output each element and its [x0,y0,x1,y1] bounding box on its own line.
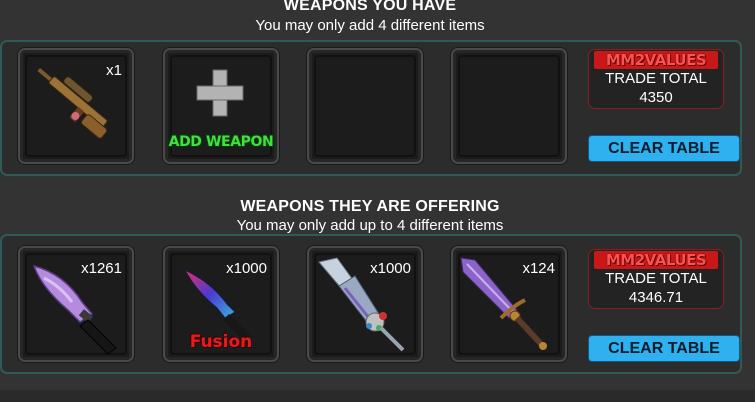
quantity-label: x124 [522,260,555,277]
your-weapon-slot-3[interactable] [307,48,423,164]
your-weapon-slot-1[interactable]: x1 [18,48,134,164]
trade-total-label: TRADE TOTAL [605,70,707,87]
add-weapon-label: ADD WEAPON [168,134,274,150]
quantity-label: x1000 [226,260,267,277]
their-trade-total: MM2VALUES TRADE TOTAL 4346.71 [588,249,724,309]
footer-strip [0,390,755,402]
mm2values-logo: MM2VALUES [594,51,718,69]
quantity-label: x1261 [81,260,122,277]
their-weapon-slot-3[interactable]: x1000 [307,246,423,362]
trade-total-label: TRADE TOTAL [605,270,707,287]
add-weapon-button[interactable]: ADD WEAPON [163,48,279,164]
quantity-label: x1 [106,62,122,79]
trade-total-value: 4350 [639,89,673,106]
quantity-label: x1000 [370,260,411,277]
their-weapon-slot-2[interactable]: x1000 Fusion [163,246,279,362]
their-weapon-slot-4[interactable]: x124 [451,246,567,362]
their-weapon-slot-1[interactable]: x1261 [18,246,134,362]
fusion-label: Fusion [189,332,253,352]
clear-table-button[interactable]: CLEAR TABLE [588,135,740,162]
trade-total-value: 4346.71 [628,289,684,306]
your-weapons-subheading: You may only add 4 different items [255,17,485,34]
your-trade-total: MM2VALUES TRADE TOTAL 4350 [588,49,724,109]
mm2values-logo: MM2VALUES [594,251,718,269]
clear-table-button[interactable]: CLEAR TABLE [588,335,740,362]
their-weapons-subheading: You may only add up to 4 different items [236,217,504,234]
their-weapons-heading: WEAPONS THEY ARE OFFERING [240,198,500,215]
your-weapon-slot-4[interactable] [451,48,567,164]
your-weapons-heading: WEAPONS YOU HAVE [283,0,457,14]
your-weapons-panel: x1 ADD WEAPON MM2VALUES TRADE TOTAL 4350… [0,40,742,176]
their-weapons-panel: x1261 x1000 Fusion x1000 x124 MM2VALUES … [0,234,742,374]
